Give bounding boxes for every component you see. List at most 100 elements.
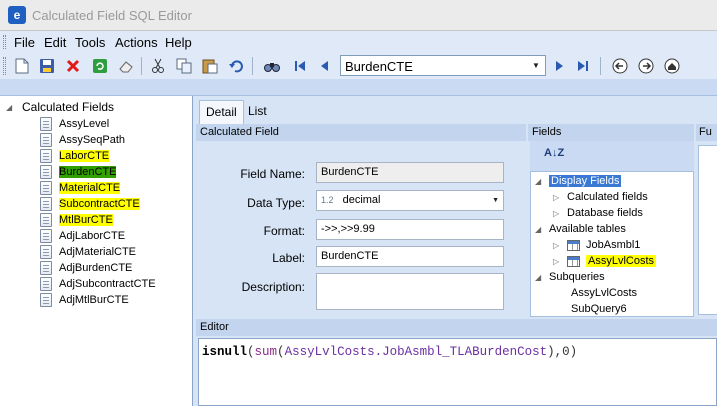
last-record-icon[interactable] (573, 56, 593, 76)
data-type-select[interactable]: 1.2 decimal ▼ (316, 190, 504, 211)
table-node[interactable]: ▷ JobAsmbl1 (553, 237, 640, 253)
display-fields-label: Display Fields (549, 175, 622, 187)
app-icon: e (8, 6, 26, 24)
window-title: Calculated Field SQL Editor (32, 8, 192, 23)
record-selector-value: BurdenCTE (345, 59, 413, 74)
chevron-down-icon[interactable]: ▼ (528, 57, 544, 74)
expand-icon[interactable]: ▷ (553, 209, 563, 218)
eraser-icon[interactable] (116, 56, 136, 76)
subquery-node[interactable]: SubQuery6 (571, 301, 627, 316)
sql-code: isnull(sum(AssyLvlCosts.JobAsmbl_TLABurd… (202, 345, 577, 359)
format-input[interactable]: ->>,>>9.99 (316, 219, 504, 240)
field-name-input[interactable]: BurdenCTE (316, 162, 504, 183)
tree-item[interactable]: BurdenCTE (40, 164, 117, 180)
calculated-fields-tree: ◢ Calculated Fields AssyLevel AssySeqPath… (0, 96, 193, 406)
forward-icon[interactable] (636, 56, 656, 76)
back-icon[interactable] (610, 56, 630, 76)
fields-header: Fields (528, 124, 694, 141)
paste-icon[interactable] (200, 56, 220, 76)
functions-header: Fu (696, 124, 717, 141)
tree-item[interactable]: LaborCTE (40, 148, 110, 164)
code-token: ),0) (547, 345, 578, 359)
tree-item[interactable]: SubcontractCTE (40, 196, 140, 212)
tree-root[interactable]: ◢ Calculated Fields (6, 100, 114, 114)
toolbar-separator (252, 57, 253, 75)
sort-az-icon[interactable]: A↓Z (544, 147, 564, 159)
code-token: sum (254, 345, 278, 359)
tree-item[interactable]: AdjSubcontractCTE (40, 276, 156, 292)
calculated-field-icon (40, 197, 52, 211)
fields-tree: ◢ Display Fields ▷ Calculated fields ▷ D… (530, 171, 694, 317)
title-bar: e Calculated Field SQL Editor (0, 0, 717, 31)
toolbar: BurdenCTE ▼ (0, 53, 717, 79)
tree-item[interactable]: AdjBurdenCTE (40, 260, 132, 276)
functions-list[interactable] (698, 145, 717, 315)
calculated-fields-label: Calculated fields (567, 191, 648, 203)
tree-item[interactable]: MaterialCTE (40, 180, 121, 196)
refresh-icon[interactable] (90, 56, 110, 76)
new-icon[interactable] (12, 56, 32, 76)
database-fields-node[interactable]: ▷ Database fields (553, 205, 643, 221)
collapse-icon[interactable]: ◢ (535, 177, 545, 186)
cut-icon[interactable] (148, 56, 168, 76)
table-icon (567, 239, 580, 251)
table-node[interactable]: ▷ AssyLvlCosts (553, 253, 657, 269)
find-icon[interactable] (262, 56, 282, 76)
tree-item[interactable]: AssyLevel (40, 116, 109, 132)
tree-item-label: AdjMaterialCTE (59, 246, 137, 258)
calculated-field-icon (40, 261, 52, 275)
menu-help[interactable]: Help (165, 35, 192, 50)
tab-detail[interactable]: Detail (199, 100, 244, 124)
code-token: AssyLvlCosts.JobAsmbl_TLABurdenCost (284, 345, 548, 359)
functions-panel (696, 141, 717, 317)
undo-icon[interactable] (226, 56, 246, 76)
fields-toolbar: A↓Z (530, 141, 694, 171)
subqueries-node[interactable]: ◢ Subqueries (535, 269, 605, 285)
sql-editor[interactable]: isnull(sum(AssyLvlCosts.JobAsmbl_TLABurd… (198, 338, 717, 406)
menu-grip (3, 35, 6, 49)
subqueries-label: Subqueries (549, 271, 605, 283)
copy-icon[interactable] (174, 56, 194, 76)
expand-icon[interactable]: ▷ (553, 193, 563, 202)
collapse-icon[interactable]: ◢ (535, 273, 545, 282)
menu-actions[interactable]: Actions (115, 35, 158, 50)
menu-file[interactable]: File (14, 35, 35, 50)
tree-item-label: AssyLevel (59, 118, 110, 130)
calculated-field-icon (40, 117, 52, 131)
chevron-down-icon[interactable]: ▼ (492, 197, 499, 204)
home-icon[interactable] (662, 56, 682, 76)
toolbar-strip (0, 79, 717, 96)
tab-list[interactable]: List (242, 100, 273, 124)
record-selector[interactable]: BurdenCTE ▼ (340, 55, 546, 76)
description-input[interactable] (316, 273, 504, 310)
save-icon[interactable] (37, 56, 57, 76)
calculated-field-icon (40, 229, 52, 243)
subquery-node[interactable]: AssyLvlCosts (571, 285, 637, 301)
first-record-icon[interactable] (290, 56, 310, 76)
tree-item[interactable]: AdjMtlBurCTE (40, 292, 129, 308)
tree-item-label: AdjBurdenCTE (59, 262, 133, 274)
menu-tools[interactable]: Tools (75, 35, 105, 50)
label-input[interactable]: BurdenCTE (316, 246, 504, 267)
collapse-icon[interactable]: ◢ (6, 103, 16, 112)
code-token: isnull (202, 345, 248, 359)
menu-edit[interactable]: Edit (44, 35, 66, 50)
tree-item[interactable]: AssySeqPath (40, 132, 125, 148)
delete-icon[interactable] (63, 56, 83, 76)
available-tables-node[interactable]: ◢ Available tables (535, 221, 626, 237)
previous-record-icon[interactable] (314, 56, 334, 76)
calculated-fields-node[interactable]: ▷ Calculated fields (553, 189, 648, 205)
tab-bar: Detail List (196, 96, 717, 124)
tree-item[interactable]: AdjMaterialCTE (40, 244, 136, 260)
tree-item[interactable]: AdjLaborCTE (40, 228, 125, 244)
display-fields-node[interactable]: ◢ Display Fields (535, 173, 622, 189)
expand-icon[interactable]: ▷ (553, 241, 563, 250)
expand-icon[interactable]: ▷ (553, 257, 563, 266)
collapse-icon[interactable]: ◢ (535, 225, 545, 234)
tree-item[interactable]: MtlBurCTE (40, 212, 113, 228)
tree-item-label: MaterialCTE (59, 182, 121, 194)
format-label: Format: (263, 224, 305, 238)
database-fields-label: Database fields (567, 207, 643, 219)
available-tables-label: Available tables (549, 223, 626, 235)
next-record-icon[interactable] (550, 56, 570, 76)
